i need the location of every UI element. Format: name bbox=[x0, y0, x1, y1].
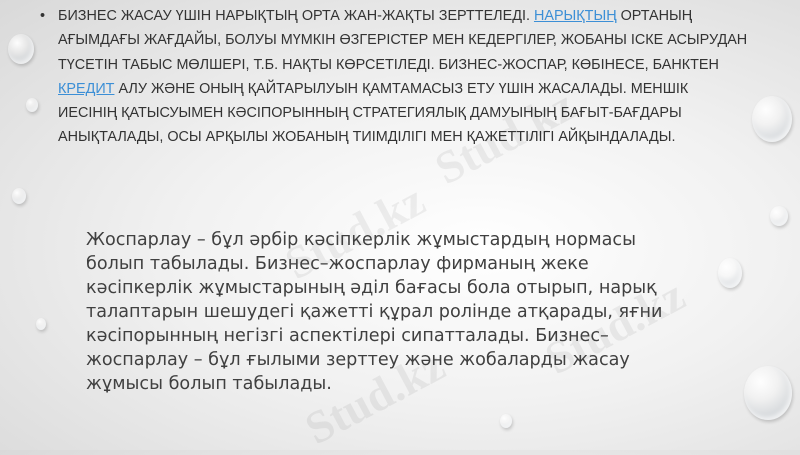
bullet-text: Бизнес жасау үшін нарықтың орта жан-жақт… bbox=[58, 8, 534, 24]
water-drop-decor bbox=[718, 258, 742, 288]
water-drop-decor bbox=[770, 206, 788, 226]
water-drop-decor bbox=[12, 188, 26, 204]
credit-link[interactable]: кредит bbox=[58, 81, 114, 97]
water-drop-decor bbox=[26, 98, 38, 112]
water-drop-decor bbox=[8, 34, 34, 64]
market-link[interactable]: Нарықтың bbox=[534, 8, 617, 24]
planning-paragraph: Жоспарлау – бұл әрбір кәсіпкерлік жұмыст… bbox=[86, 230, 663, 394]
water-drop-decor bbox=[744, 366, 792, 420]
water-drop-decor bbox=[500, 414, 512, 428]
water-drop-decor bbox=[752, 96, 792, 142]
bullet-text: алу және оның қайтарылуын қамтамасыз ету… bbox=[58, 80, 689, 146]
water-drop-decor bbox=[36, 318, 46, 330]
bullet-paragraph: • Бизнес жасау үшін нарықтың орта жан-жа… bbox=[40, 4, 748, 150]
bullet-dot: • bbox=[40, 8, 46, 24]
